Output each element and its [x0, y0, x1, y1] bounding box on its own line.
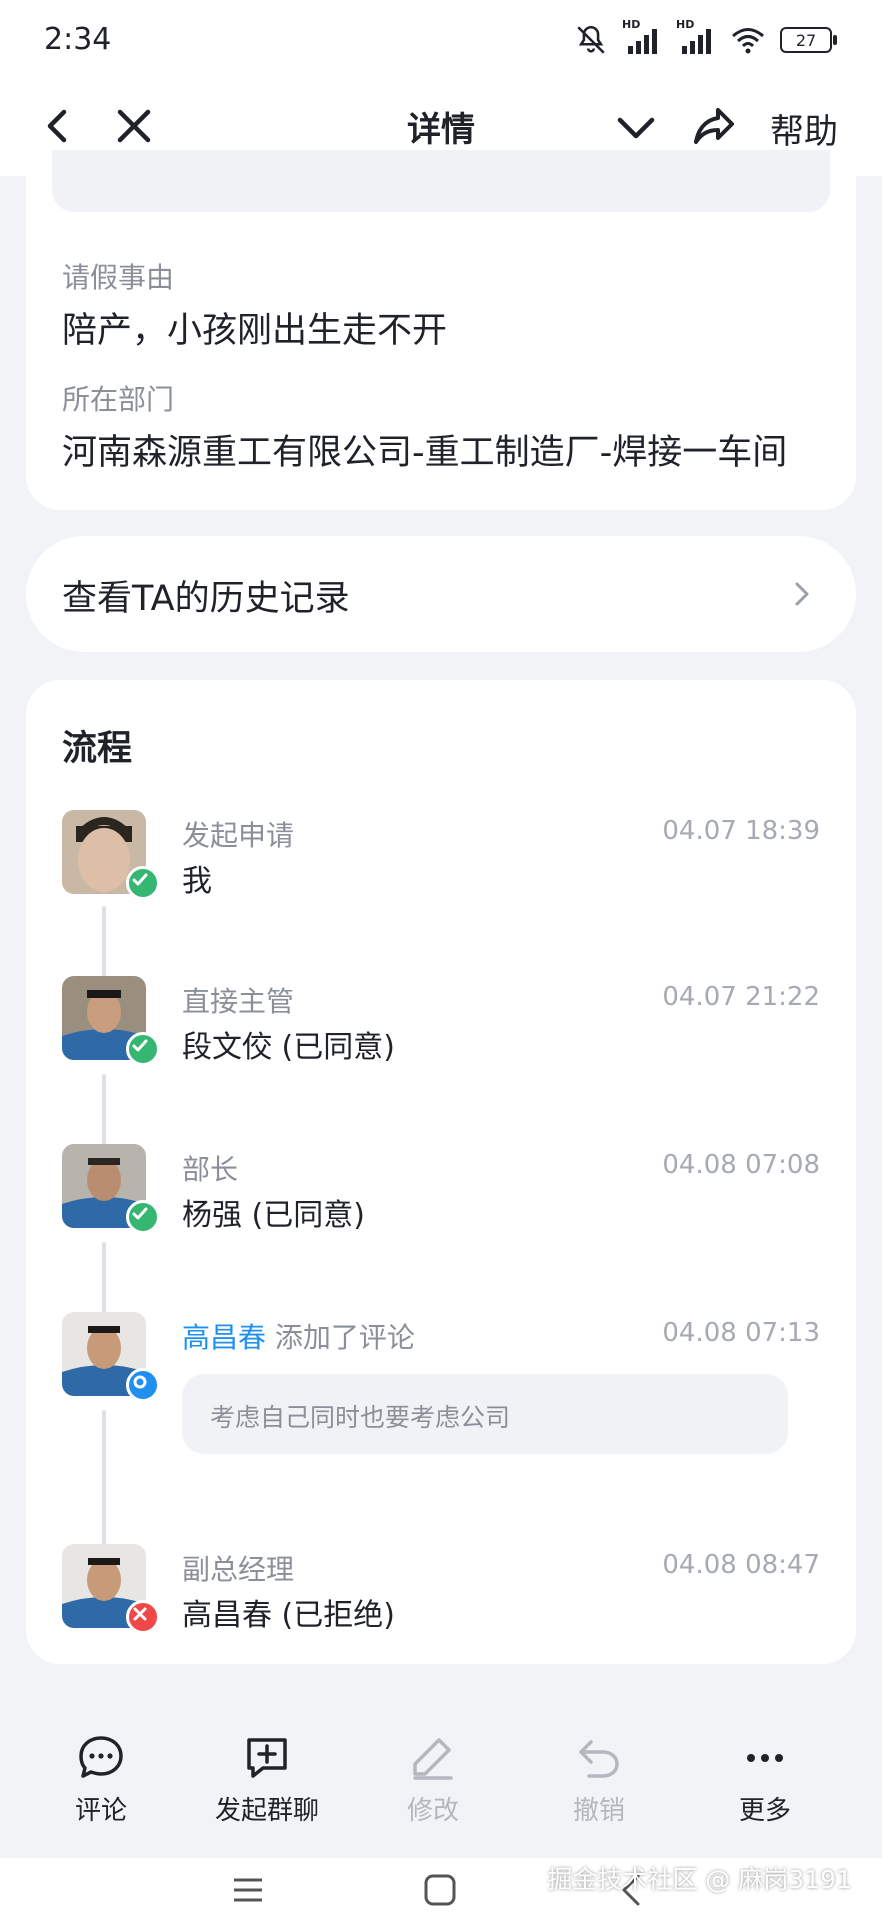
comment-button[interactable]: 评论 — [26, 1734, 176, 1827]
flow-card: 流程 发起申请 04.07 18:39 我 直接主管 04.07 21:22 段… — [26, 680, 856, 1664]
group-chat-label: 发起群聊 — [214, 1796, 319, 1826]
step-name: 杨强 (已同意) — [182, 1198, 365, 1233]
step-time: 04.08 07:13 — [662, 1318, 820, 1348]
group-chat-button[interactable]: 发起群聊 — [192, 1734, 342, 1827]
comment-dot-icon — [126, 1368, 160, 1402]
mute-bell-icon — [577, 25, 605, 54]
home-icon[interactable] — [422, 1872, 458, 1908]
rejected-x-icon — [126, 1600, 160, 1634]
step-time: 04.08 07:08 — [662, 1150, 820, 1180]
battery-icon: 27 — [780, 27, 837, 53]
comment-action: 添加了评论 — [274, 1321, 415, 1354]
comment-header: 高昌春 添加了评论 — [182, 1316, 415, 1356]
pencil-icon — [413, 1738, 453, 1780]
history-label: 查看TA的历史记录 — [62, 579, 350, 619]
signal-1-icon: HD — [622, 18, 662, 58]
step-time: 04.08 08:47 — [662, 1550, 820, 1580]
share-icon[interactable] — [688, 100, 740, 152]
status-time: 2:34 — [44, 22, 112, 57]
reason-label: 请假事由 — [62, 261, 175, 294]
bottom-toolbar: 评论 发起群聊 修改 撤销 更多 — [0, 1716, 882, 1836]
approved-check-icon — [126, 1200, 160, 1234]
approved-check-icon — [126, 866, 160, 900]
wifi-icon — [732, 28, 764, 54]
signal-2-icon: HD — [676, 18, 716, 58]
step-name: 我 — [182, 864, 212, 899]
step-name: 段文佼 (已同意) — [182, 1030, 395, 1065]
step-role: 发起申请 — [182, 819, 295, 852]
revoke-button[interactable]: 撤销 — [524, 1734, 674, 1827]
close-icon[interactable] — [108, 100, 160, 152]
details-top-strip — [52, 150, 830, 212]
step-time: 04.07 18:39 — [662, 816, 820, 846]
comment-text: 考虑自己同时也要考虑公司 — [210, 1403, 511, 1432]
edit-button[interactable]: 修改 — [358, 1734, 508, 1827]
approved-check-icon — [126, 1032, 160, 1066]
status-bar: 2:34 HD HD 27 — [0, 0, 882, 80]
reason-value: 陪产，小孩刚出生走不开 — [62, 311, 448, 351]
comment-box: 考虑自己同时也要考虑公司 — [182, 1374, 788, 1454]
edit-label: 修改 — [406, 1796, 459, 1826]
chevron-right-icon — [795, 582, 809, 606]
step-name: 高昌春 (已拒绝) — [182, 1598, 395, 1633]
step-time: 04.07 21:22 — [662, 982, 820, 1012]
undo-icon — [579, 1740, 619, 1778]
status-icons: HD HD 27 — [574, 18, 837, 58]
commenter-link[interactable]: 高昌春 — [182, 1321, 266, 1354]
flow-title: 流程 — [62, 729, 133, 769]
more-button[interactable]: 更多 — [690, 1734, 840, 1827]
help-button[interactable]: 帮助 — [770, 104, 838, 153]
menu-icon[interactable] — [230, 1874, 266, 1906]
step-role: 副总经理 — [182, 1553, 295, 1586]
more-dots-icon — [747, 1754, 783, 1762]
back-icon[interactable] — [34, 100, 86, 152]
watermark: 掘金技术社区 @ 麻岗3191 — [547, 1865, 852, 1894]
department-value: 河南森源重工有限公司-重工制造厂-焊接一车间 — [62, 433, 788, 473]
step-role: 部长 — [182, 1153, 239, 1186]
add-chat-icon — [247, 1738, 287, 1778]
history-link[interactable]: 查看TA的历史记录 — [26, 536, 856, 652]
comment-label: 评论 — [74, 1796, 127, 1826]
details-card: 请假事由 陪产，小孩刚出生走不开 所在部门 河南森源重工有限公司-重工制造厂-焊… — [26, 150, 856, 510]
chevron-down-icon[interactable] — [610, 102, 662, 154]
battery-level: 27 — [795, 30, 817, 50]
comment-bubble-icon — [79, 1736, 123, 1778]
department-label: 所在部门 — [62, 383, 175, 416]
more-label: 更多 — [738, 1796, 791, 1826]
revoke-label: 撤销 — [572, 1796, 625, 1826]
step-role: 直接主管 — [182, 985, 295, 1018]
